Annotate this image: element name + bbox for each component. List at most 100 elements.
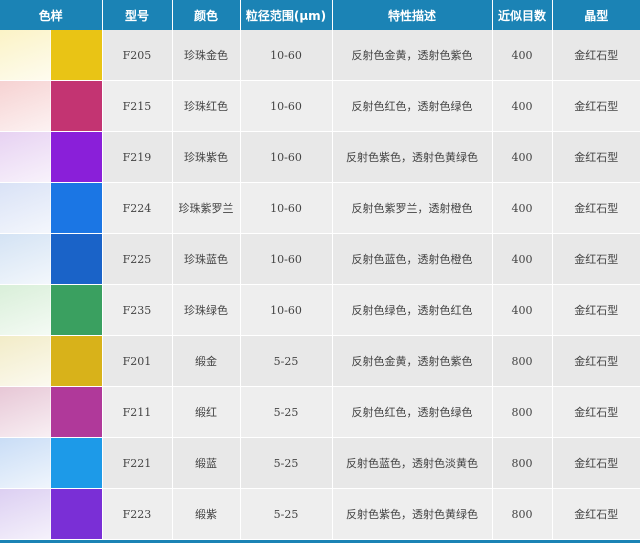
table-row: F224 珍珠紫罗兰 10-60 反射色紫罗兰，透射橙色 400 金红石型: [0, 182, 640, 234]
model-cell: F224: [102, 182, 173, 234]
crystal-cell: 金红石型: [552, 488, 640, 540]
crystal-cell: 金红石型: [552, 284, 640, 336]
color-cell: 珍珠紫色: [172, 131, 241, 183]
crystal-cell: 金红石型: [552, 437, 640, 489]
mesh-cell: 800: [492, 386, 553, 438]
color-cell: 缎蓝: [172, 437, 241, 489]
table-row: F225 珍珠蓝色 10-60 反射色蓝色，透射色橙色 400 金红石型: [0, 233, 640, 285]
table-row: F223 缎紫 5-25 反射色紫色，透射色黄绿色 800 金红石型: [0, 488, 640, 540]
description-cell: 反射色绿色，透射色红色: [332, 284, 493, 336]
crystal-cell: 金红石型: [552, 80, 640, 132]
table-body: F205 珍珠金色 10-60 反射色金黄，透射色紫色 400 金红石型 F21…: [0, 30, 640, 540]
size-cell: 5-25: [240, 488, 333, 540]
color-swatch: [0, 132, 102, 182]
header-crystal-form: 晶型: [552, 0, 640, 30]
table-row: F205 珍珠金色 10-60 反射色金黄，透射色紫色 400 金红石型: [0, 30, 640, 81]
table-row: F215 珍珠红色 10-60 反射色红色，透射色绿色 400 金红石型: [0, 80, 640, 132]
color-swatch: [0, 183, 102, 233]
swatch-reflect: [0, 234, 52, 284]
header-mesh: 近似目数: [492, 0, 553, 30]
size-cell: 5-25: [240, 437, 333, 489]
pigment-spec-table: 色样 型号 颜色 粒径范围(μm) 特性描述 近似目数 晶型 F205 珍珠金色: [0, 0, 640, 540]
swatch-transmit: [51, 336, 102, 386]
swatch-transmit: [51, 489, 102, 539]
color-cell: 珍珠红色: [172, 80, 241, 132]
description-cell: 反射色紫色，透射色黄绿色: [332, 131, 493, 183]
swatch-cell: [0, 437, 103, 489]
mesh-cell: 800: [492, 488, 553, 540]
header-color: 颜色: [172, 0, 241, 30]
size-cell: 10-60: [240, 182, 333, 234]
crystal-cell: 金红石型: [552, 386, 640, 438]
swatch-cell: [0, 386, 103, 438]
model-cell: F215: [102, 80, 173, 132]
swatch-cell: [0, 80, 103, 132]
crystal-cell: 金红石型: [552, 233, 640, 285]
description-cell: 反射色紫罗兰，透射橙色: [332, 182, 493, 234]
table-row: F235 珍珠绿色 10-60 反射色绿色，透射色红色 400 金红石型: [0, 284, 640, 336]
color-swatch: [0, 30, 102, 80]
crystal-cell: 金红石型: [552, 131, 640, 183]
model-cell: F201: [102, 335, 173, 387]
model-cell: F225: [102, 233, 173, 285]
swatch-transmit: [51, 183, 102, 233]
color-swatch: [0, 438, 102, 488]
size-cell: 10-60: [240, 30, 333, 81]
swatch-transmit: [51, 438, 102, 488]
swatch-reflect: [0, 438, 52, 488]
mesh-cell: 400: [492, 284, 553, 336]
color-cell: 珍珠金色: [172, 30, 241, 81]
table-row: F211 缎红 5-25 反射色红色，透射色绿色 800 金红石型: [0, 386, 640, 438]
color-swatch: [0, 81, 102, 131]
swatch-transmit: [51, 132, 102, 182]
swatch-reflect: [0, 183, 52, 233]
size-cell: 5-25: [240, 386, 333, 438]
mesh-cell: 400: [492, 131, 553, 183]
mesh-cell: 400: [492, 233, 553, 285]
color-cell: 缎紫: [172, 488, 241, 540]
color-swatch: [0, 234, 102, 284]
model-cell: F223: [102, 488, 173, 540]
model-cell: F205: [102, 30, 173, 81]
header-particle-size: 粒径范围(μm): [240, 0, 333, 30]
crystal-cell: 金红石型: [552, 30, 640, 81]
swatch-transmit: [51, 234, 102, 284]
swatch-reflect: [0, 336, 52, 386]
swatch-transmit: [51, 285, 102, 335]
color-cell: 珍珠绿色: [172, 284, 241, 336]
header-description: 特性描述: [332, 0, 493, 30]
swatch-cell: [0, 182, 103, 234]
model-cell: F211: [102, 386, 173, 438]
swatch-transmit: [51, 81, 102, 131]
swatch-cell: [0, 233, 103, 285]
color-cell: 珍珠紫罗兰: [172, 182, 241, 234]
swatch-cell: [0, 335, 103, 387]
color-swatch: [0, 489, 102, 539]
mesh-cell: 400: [492, 30, 553, 81]
crystal-cell: 金红石型: [552, 335, 640, 387]
description-cell: 反射色金黄，透射色紫色: [332, 335, 493, 387]
model-cell: F221: [102, 437, 173, 489]
model-cell: F235: [102, 284, 173, 336]
description-cell: 反射色蓝色，透射色橙色: [332, 233, 493, 285]
mesh-cell: 400: [492, 80, 553, 132]
swatch-cell: [0, 131, 103, 183]
mesh-cell: 800: [492, 335, 553, 387]
description-cell: 反射色金黄，透射色紫色: [332, 30, 493, 81]
size-cell: 10-60: [240, 284, 333, 336]
swatch-reflect: [0, 285, 52, 335]
table-row: F201 缎金 5-25 反射色金黄，透射色紫色 800 金红石型: [0, 335, 640, 387]
color-swatch: [0, 336, 102, 386]
color-cell: 珍珠蓝色: [172, 233, 241, 285]
size-cell: 5-25: [240, 335, 333, 387]
swatch-reflect: [0, 132, 52, 182]
swatch-transmit: [51, 387, 102, 437]
size-cell: 10-60: [240, 233, 333, 285]
description-cell: 反射色红色，透射色绿色: [332, 80, 493, 132]
size-cell: 10-60: [240, 131, 333, 183]
swatch-cell: [0, 30, 103, 81]
swatch-reflect: [0, 30, 52, 80]
swatch-reflect: [0, 489, 52, 539]
description-cell: 反射色紫色，透射色黄绿色: [332, 488, 493, 540]
table-row: F219 珍珠紫色 10-60 反射色紫色，透射色黄绿色 400 金红石型: [0, 131, 640, 183]
